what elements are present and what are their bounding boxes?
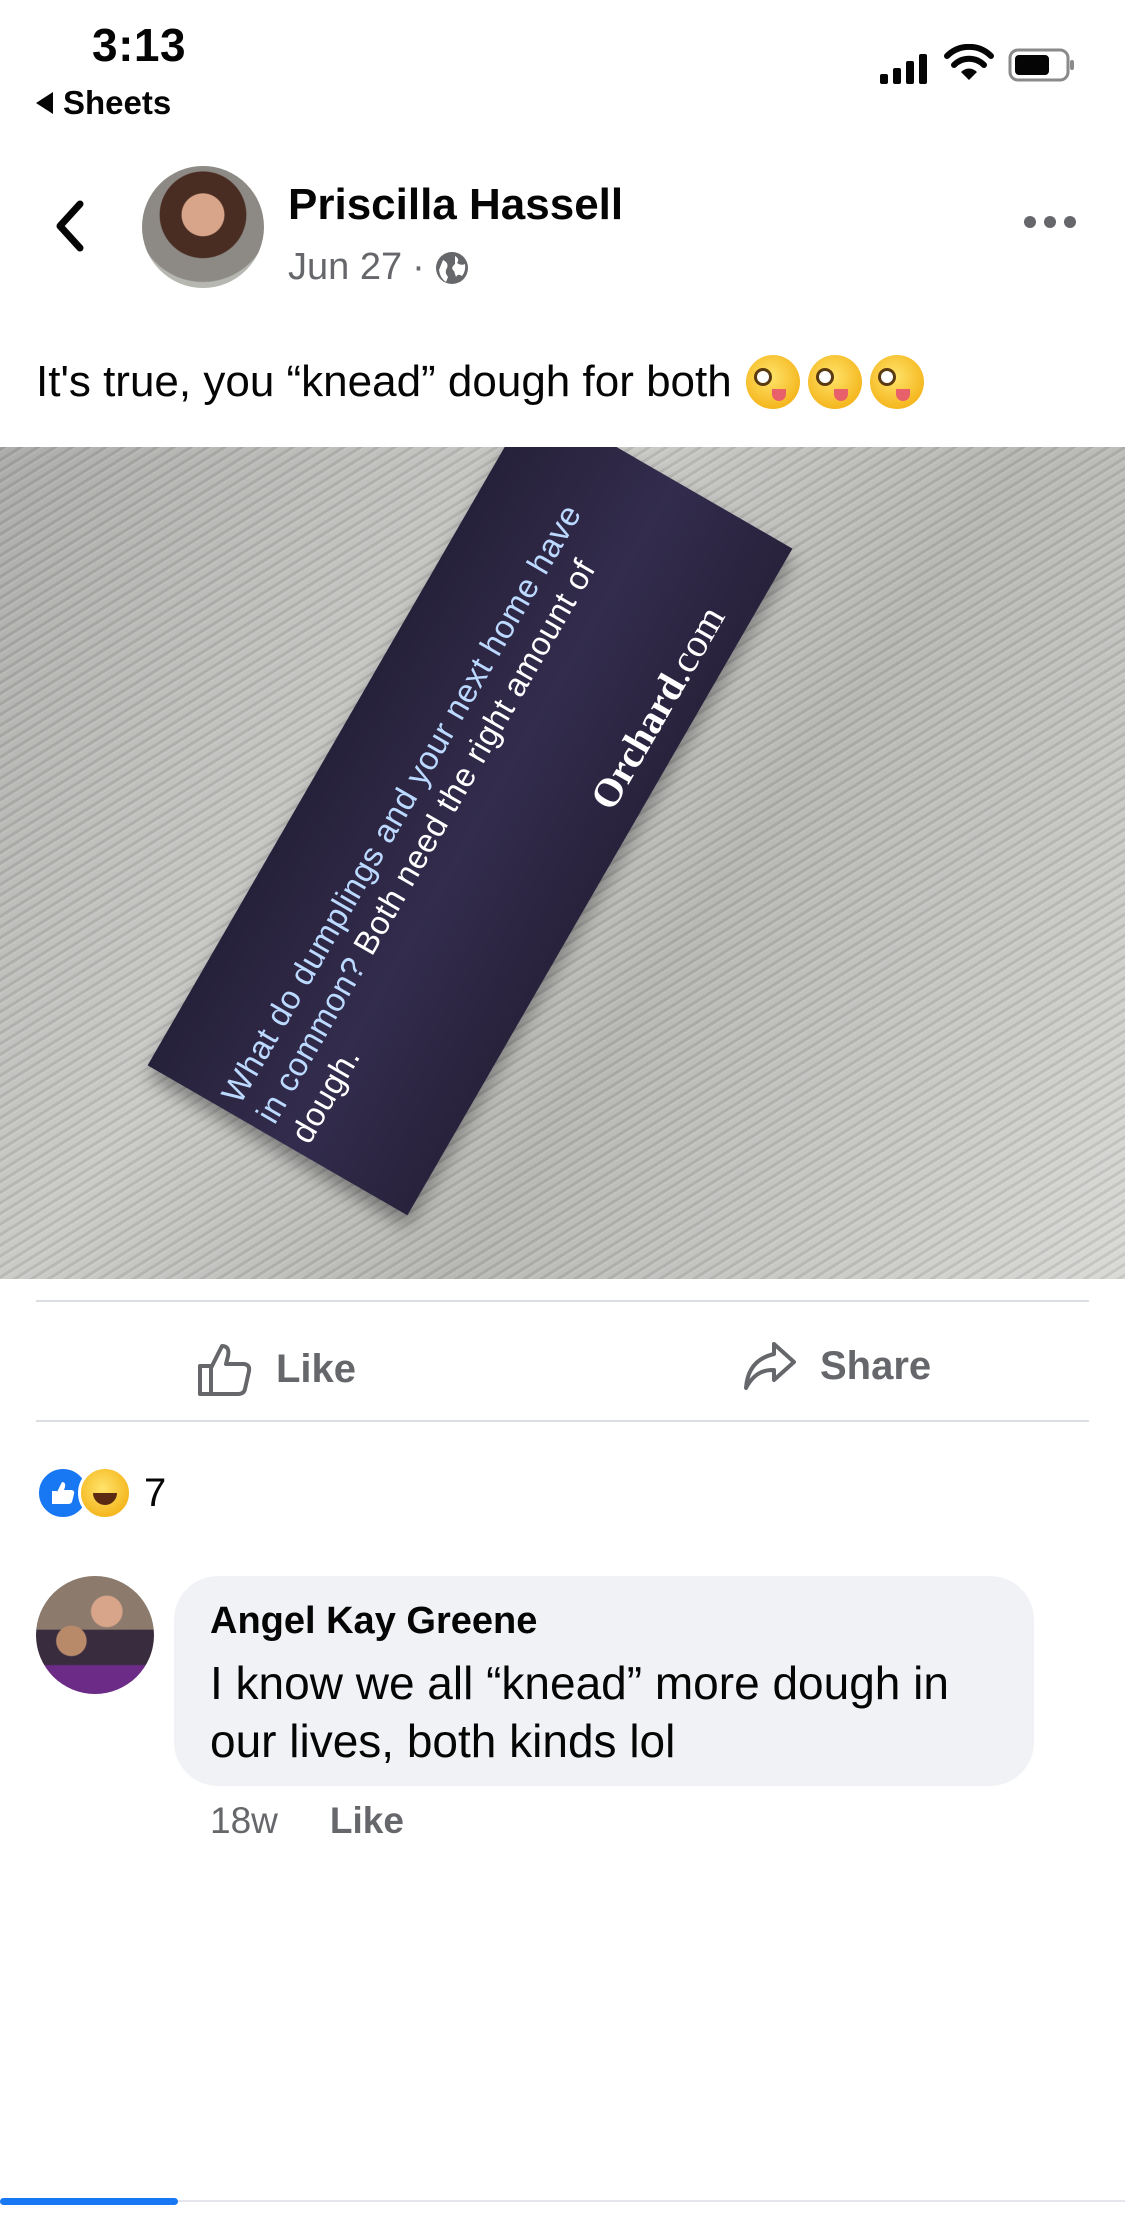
- commenter-name[interactable]: Angel Kay Greene: [210, 1600, 537, 1643]
- wifi-icon: [944, 44, 994, 80]
- haha-reaction-icon: [78, 1466, 132, 1520]
- post-photo[interactable]: What do dumplings and your next home hav…: [0, 447, 1125, 1279]
- zany-face-emoji-icon: [807, 355, 862, 409]
- zany-face-emoji-icon: [745, 355, 800, 409]
- post-meta: Jun 27 ·: [288, 246, 469, 289]
- back-triangle-icon: [36, 92, 53, 114]
- share-arrow-icon: [744, 1342, 796, 1390]
- comment-like-button[interactable]: Like: [330, 1800, 404, 1842]
- caption-text: It's true, you “knead” dough for both: [36, 357, 732, 406]
- zany-face-emoji-icon: [869, 355, 924, 409]
- commenter-avatar[interactable]: [36, 1576, 154, 1694]
- progress-indicator: [0, 2198, 178, 2205]
- back-to-app-link[interactable]: Sheets: [36, 84, 171, 122]
- post-caption: It's true, you “knead” dough for both: [36, 355, 924, 409]
- caption-emoji-group: [745, 355, 924, 409]
- post-date[interactable]: Jun 27: [288, 246, 402, 289]
- like-label: Like: [276, 1346, 357, 1391]
- comment-age: 18w: [210, 1800, 278, 1841]
- share-label: Share: [820, 1343, 932, 1388]
- comment-meta: 18w Like: [210, 1800, 404, 1842]
- meta-separator: ·: [412, 246, 425, 288]
- divider: [36, 1300, 1089, 1302]
- share-button[interactable]: Share: [742, 1340, 931, 1392]
- post-author-name[interactable]: Priscilla Hassell: [288, 180, 623, 230]
- status-time: 3:13: [92, 19, 187, 71]
- like-button[interactable]: Like: [196, 1340, 356, 1398]
- author-avatar[interactable]: [142, 166, 264, 288]
- back-app-label: Sheets: [63, 84, 172, 121]
- more-options-icon[interactable]: [1024, 216, 1076, 228]
- reaction-count: 7: [144, 1470, 167, 1515]
- back-chevron-icon[interactable]: [50, 196, 90, 256]
- comment-text: I know we all “knead” more dough in our …: [210, 1657, 949, 1767]
- globe-icon: [435, 251, 468, 284]
- divider: [36, 1420, 1089, 1422]
- cellular-signal-icon: [880, 52, 927, 84]
- battery-icon: [1008, 48, 1074, 82]
- thumbs-up-icon: [198, 1344, 252, 1396]
- reactions-summary[interactable]: 7: [36, 1466, 166, 1520]
